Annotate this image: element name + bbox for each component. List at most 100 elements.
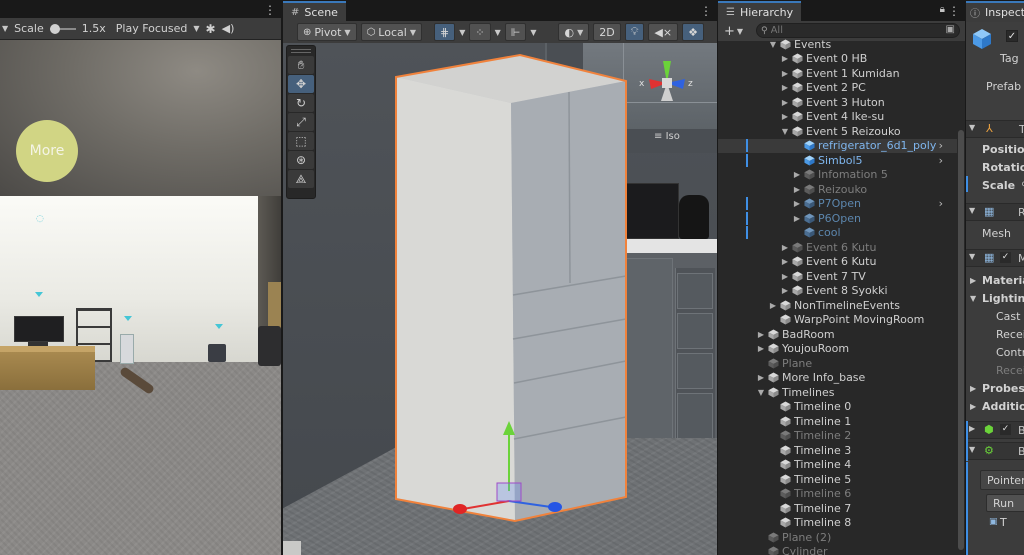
expand-icon[interactable]: ▶ [970, 384, 976, 393]
hierarchy-item[interactable]: ▶ Event 6 Kutu [718, 240, 957, 255]
hierarchy-item[interactable]: Timeline 8 [718, 516, 957, 531]
hierarchy-item[interactable]: ▶ Reizouko [718, 182, 957, 197]
search-filter-icon[interactable]: ▣ [946, 24, 955, 35]
scale-tool-button[interactable]: ⤢ [288, 113, 314, 131]
hierarchy-item[interactable]: Timeline 0 [718, 400, 957, 415]
box-collider-header[interactable]: ▶ ⬢ ✓ B [966, 421, 1024, 439]
tab-scene[interactable]: # Scene [283, 1, 346, 21]
mode-2d-button[interactable]: 2D [593, 23, 621, 41]
open-prefab-chevron-icon[interactable]: › [939, 197, 943, 210]
add-chevron-icon[interactable]: ▼ [737, 27, 743, 36]
game-menu-icon[interactable]: ⋮ [264, 3, 276, 17]
display-dropdown-icon[interactable]: ▼ [2, 24, 8, 33]
target-object-field[interactable]: T ▣ [986, 514, 1024, 532]
hierarchy-item[interactable]: ▼ Events [718, 37, 957, 52]
ruler-chevron-icon[interactable]: ▼ [530, 28, 536, 37]
hierarchy-item[interactable]: Simbol5 › [718, 153, 957, 168]
runtime-dropdown[interactable]: Run [986, 494, 1024, 512]
hierarchy-item[interactable]: ▶ P6Open [718, 211, 957, 226]
custom-tool-button[interactable]: ⟁ [288, 170, 314, 188]
collapsed-arrow-icon[interactable]: ▶ [780, 272, 790, 281]
collapsed-arrow-icon[interactable]: ▶ [792, 170, 802, 179]
mesh-filter-header[interactable]: ▼ ▦ R [966, 203, 1024, 221]
transform-tool-button[interactable]: ⊛ [288, 151, 314, 169]
collider-enabled-checkbox[interactable]: ✓ [1000, 424, 1011, 435]
audio-icon[interactable]: ◀) [222, 22, 235, 35]
additional-settings-label[interactable]: Additio [982, 400, 1024, 413]
snap-increment-button[interactable]: ⁘ [469, 23, 491, 41]
tab-inspector[interactable]: ⓘ Inspect [966, 1, 1024, 21]
collapsed-arrow-icon[interactable]: ▶ [792, 185, 802, 194]
game-viewport[interactable]: ◌ More [0, 40, 281, 555]
hierarchy-item[interactable]: ▶ Event 3 Huton [718, 95, 957, 110]
hierarchy-item[interactable]: Plane [718, 356, 957, 371]
gizmo-x-handle[interactable] [453, 504, 467, 514]
probes-label[interactable]: Probes [982, 382, 1024, 395]
hierarchy-item[interactable]: Timeline 3 [718, 443, 957, 458]
hierarchy-item[interactable]: Timeline 4 [718, 458, 957, 473]
collapsed-arrow-icon[interactable]: ▶ [780, 69, 790, 78]
hierarchy-item[interactable]: ▶ Event 0 HB [718, 52, 957, 67]
hierarchy-item[interactable]: ▶ P7Open › [718, 197, 957, 212]
grid-snap-button[interactable]: ⋕ [433, 23, 456, 41]
scale-slider[interactable] [49, 23, 76, 34]
collapsed-arrow-icon[interactable]: ▶ [780, 83, 790, 92]
more-button[interactable]: More [16, 120, 78, 182]
collapsed-arrow-icon[interactable]: ▶ [780, 98, 790, 107]
hierarchy-item[interactable]: ▶ Event 7 TV [718, 269, 957, 284]
hierarchy-item[interactable]: ▶ Event 6 Kutu [718, 255, 957, 270]
collapsed-arrow-icon[interactable]: ▶ [780, 286, 790, 295]
hierarchy-item[interactable]: ▶ More Info_base [718, 371, 957, 386]
hierarchy-item[interactable]: ▼ Timelines [718, 385, 957, 400]
materials-label[interactable]: Materia [982, 274, 1024, 287]
collapsed-arrow-icon[interactable]: ▶ [768, 301, 778, 310]
transform-header[interactable]: ▼ ⅄ T [966, 120, 1024, 138]
expand-icon[interactable]: ▶ [970, 402, 976, 411]
orientation-gizmo[interactable]: x z [639, 55, 695, 127]
active-checkbox[interactable]: ✓ [1006, 30, 1018, 42]
snap-chevron-icon[interactable]: ▼ [495, 28, 501, 37]
bug-icon[interactable]: ✱ [206, 22, 216, 36]
hierarchy-item[interactable]: Timeline 6 [718, 487, 957, 502]
hierarchy-item[interactable]: ▶ Event 1 Kumidan [718, 66, 957, 81]
hierarchy-item[interactable]: Timeline 7 [718, 501, 957, 516]
grid-snap-chevron-icon[interactable]: ▼ [459, 28, 465, 37]
hierarchy-item[interactable]: ▶ NonTimelineEvents [718, 298, 957, 313]
lighting-toggle[interactable]: 💡︎ [624, 23, 645, 41]
projection-label[interactable]: ≡ Iso [654, 131, 680, 142]
pivot-dropdown[interactable]: ⊕ Pivot ▼ [297, 23, 357, 41]
move-tool-button[interactable]: ✥ [288, 75, 314, 93]
hierarchy-item[interactable]: refrigerator_6d1_poly › [718, 138, 957, 153]
hierarchy-item[interactable]: cool [718, 226, 957, 241]
gizmo-z-handle[interactable] [548, 502, 562, 512]
hierarchy-item[interactable]: WarpPoint MovingRoom [718, 313, 957, 328]
open-prefab-chevron-icon[interactable]: › [939, 139, 943, 152]
renderer-enabled-checkbox[interactable]: ✓ [1000, 252, 1011, 263]
gizmo-center[interactable] [662, 78, 672, 88]
gizmo-plane-handle[interactable] [496, 482, 522, 502]
hierarchy-item[interactable]: Plane (2) [718, 530, 957, 545]
pointer-event-box[interactable]: Pointer [980, 470, 1024, 490]
hierarchy-item[interactable]: Timeline 1 [718, 414, 957, 429]
palette-grip-icon[interactable] [291, 49, 311, 53]
expanded-arrow-icon[interactable]: ▼ [756, 388, 766, 397]
collapsed-arrow-icon[interactable]: ▶ [780, 54, 790, 63]
audio-toggle[interactable]: ◀× [648, 23, 679, 41]
hierarchy-item[interactable]: ▶ Infomation 5 [718, 168, 957, 183]
ruler-button[interactable]: ⊩ [504, 23, 527, 41]
local-dropdown[interactable]: ⬡ Local ▼ [360, 23, 422, 41]
tab-hierarchy[interactable]: ☰ Hierarchy [718, 1, 802, 21]
hierarchy-item[interactable]: ▶ YoujouRoom [718, 342, 957, 357]
collapsed-arrow-icon[interactable]: ▶ [780, 257, 790, 266]
effects-toggle[interactable]: ❖ [682, 23, 704, 41]
mesh-renderer-header[interactable]: ▼ ▦ ✓ M [966, 249, 1024, 267]
scene-viewport[interactable]: ✋︎ ✥ ↻ ⤢ ⬚ ⊛ ⟁ x z ≡ Iso [283, 43, 717, 555]
collapsed-arrow-icon[interactable]: ▶ [792, 214, 802, 223]
expanded-arrow-icon[interactable]: ▼ [768, 40, 778, 49]
collapsed-arrow-icon[interactable]: ▶ [756, 330, 766, 339]
hierarchy-item[interactable]: ▼ Event 5 Reizouko [718, 124, 957, 139]
event-trigger-header[interactable]: ▼ ⚙︎ B [966, 442, 1024, 460]
expand-icon[interactable]: ▼ [970, 294, 976, 303]
collapsed-arrow-icon[interactable]: ▶ [792, 199, 802, 208]
expand-icon[interactable]: ▶ [970, 276, 976, 285]
